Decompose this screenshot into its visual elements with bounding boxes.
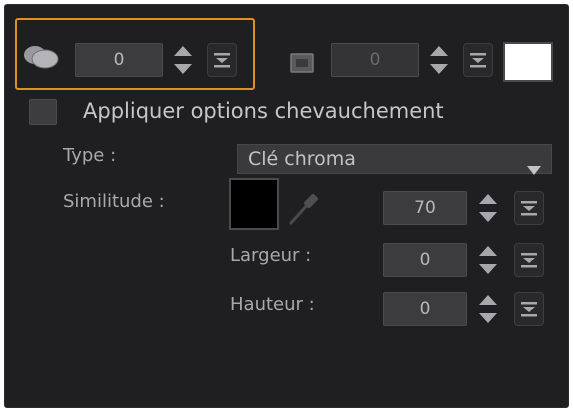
dropdown-menu-icon [521, 201, 537, 216]
height-value-field[interactable]: 0 [383, 292, 467, 326]
type-select-value: Clé chroma [248, 148, 356, 170]
similarity-label: Similitude : [63, 191, 165, 212]
width-spinner-icon[interactable] [476, 243, 500, 277]
dropdown-menu-icon [470, 53, 486, 68]
opacity-dropdown-button[interactable] [207, 43, 237, 77]
second-value-field[interactable]: 0 [331, 43, 419, 77]
screen-icon [290, 53, 314, 77]
height-dropdown-button[interactable] [514, 292, 544, 326]
dropdown-menu-icon [521, 253, 537, 268]
overlap-options-panel: 0 0 Appliquer options chevauchement Type… [4, 4, 569, 408]
type-select[interactable]: Clé chroma [237, 144, 552, 175]
key-color-swatch[interactable] [229, 178, 279, 230]
apply-overlap-checkbox[interactable] [29, 99, 57, 125]
width-dropdown-button[interactable] [514, 243, 544, 277]
dropdown-menu-icon [214, 53, 230, 68]
apply-overlap-label: Appliquer options chevauchement [83, 99, 444, 123]
chevron-down-icon [527, 155, 541, 183]
width-value-field[interactable]: 0 [383, 243, 467, 277]
layers-icon [21, 41, 65, 75]
similarity-dropdown-button[interactable] [514, 191, 544, 225]
similarity-value-field[interactable]: 70 [383, 191, 467, 225]
second-spinner-icon[interactable] [427, 43, 451, 77]
second-dropdown-button[interactable] [463, 43, 493, 77]
type-label: Type : [63, 145, 117, 166]
eyedropper-icon[interactable] [287, 191, 321, 231]
opacity-value-field[interactable]: 0 [75, 43, 163, 77]
height-spinner-icon[interactable] [476, 292, 500, 326]
dropdown-menu-icon [521, 302, 537, 317]
similarity-spinner-icon[interactable] [476, 191, 500, 225]
fill-color-swatch[interactable] [503, 42, 553, 82]
opacity-spinner-icon[interactable] [171, 43, 195, 77]
width-label: Largeur : [230, 245, 312, 266]
height-label: Hauteur : [230, 294, 315, 315]
